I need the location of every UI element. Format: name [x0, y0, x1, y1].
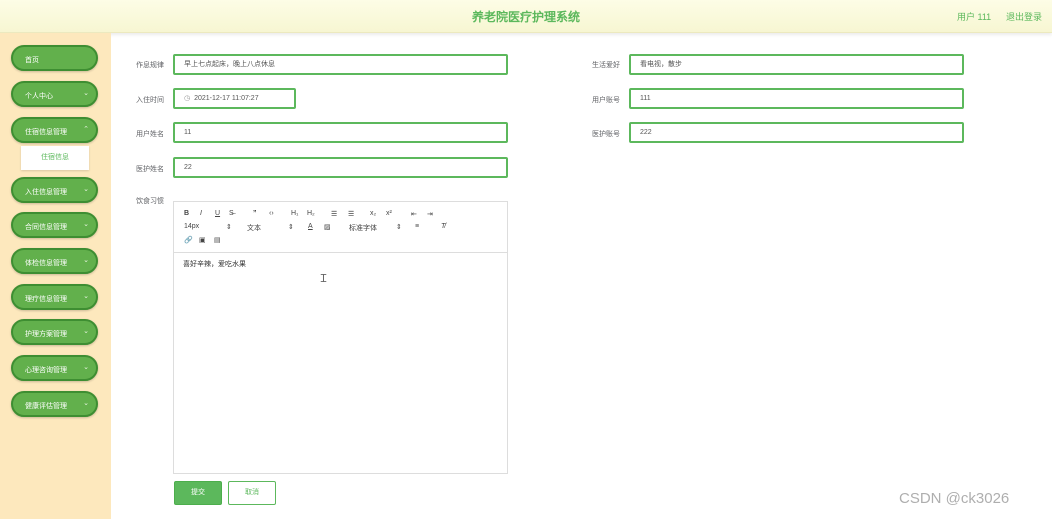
italic-icon[interactable]: I [200, 210, 202, 217]
sidebar-item-label: 护理方案管理 [25, 331, 67, 338]
chevron-updown-icon: ⇕ [396, 224, 402, 231]
app-title: 养老院医疗护理系统 [471, 10, 580, 24]
checkin-time-label: 入住时间 [136, 97, 164, 104]
chevron-down-icon: ⌄ [83, 90, 89, 97]
submenu-item-accommodation-info[interactable]: 住宿信息 [21, 146, 89, 170]
text-cursor-icon: Ｉ [318, 273, 329, 285]
sidebar-item-label: 合同信息管理 [25, 224, 67, 231]
logout-link[interactable]: 退出登录 [1006, 10, 1042, 23]
sidebar-item-label: 首页 [25, 57, 39, 64]
code-block-icon[interactable]: ‹› [269, 210, 274, 217]
editor-toolbar: B I U S̶ ” ‹› H₁ H₂ ☰ ☰ x₂ x² ⇤ ⇥ 14px ⇕… [174, 202, 507, 253]
nurse-account-label: 医护账号 [592, 131, 620, 138]
clock-icon: ◷ [184, 95, 191, 102]
superscript-icon[interactable]: x² [386, 210, 392, 217]
nurse-account-input[interactable]: 222 [629, 122, 964, 143]
font-size-select[interactable]: 14px [184, 223, 199, 230]
chevron-up-icon: ⌃ [83, 126, 89, 133]
chevron-down-icon: ⌄ [83, 257, 89, 264]
subscript-icon[interactable]: x₂ [370, 210, 376, 217]
sidebar-item-care-plan[interactable]: 护理方案管理 ⌄ [11, 319, 98, 345]
sidebar-item-label: 个人中心 [25, 93, 53, 100]
underline-icon[interactable]: U [215, 210, 220, 217]
nurse-name-input[interactable]: 22 [173, 157, 508, 178]
bold-icon[interactable]: B [184, 210, 189, 217]
cancel-button[interactable]: 取消 [228, 481, 276, 505]
bullet-list-icon[interactable]: ☰ [348, 210, 354, 218]
sidebar-item-accommodation[interactable]: 住宿信息管理 ⌃ [11, 117, 98, 143]
sidebar-item-therapy[interactable]: 理疗信息管理 ⌄ [11, 284, 98, 310]
background-color-icon[interactable]: ▨ [324, 223, 331, 231]
username-input[interactable]: 11 [173, 122, 508, 143]
link-icon[interactable]: 🔗 [184, 236, 193, 244]
account-label: 用户账号 [592, 97, 620, 104]
checkin-time-value: 2021-12-17 11:07:27 [194, 95, 259, 102]
font-family-select[interactable]: 标准字体 [349, 223, 377, 233]
chevron-down-icon: ⌄ [83, 400, 89, 407]
sidebar-item-counseling[interactable]: 心理咨询管理 ⌄ [11, 355, 98, 381]
chevron-down-icon: ⌄ [83, 186, 89, 193]
hobby-input[interactable]: 看电视，散步 [629, 54, 964, 75]
rich-text-editor: B I U S̶ ” ‹› H₁ H₂ ☰ ☰ x₂ x² ⇤ ⇥ 14px ⇕… [173, 201, 508, 474]
sidebar-item-label: 入住信息管理 [25, 189, 67, 196]
top-header: 养老院医疗护理系统 用户 111 退出登录 [0, 0, 1052, 33]
clear-format-icon[interactable]: T̸ [441, 223, 445, 230]
nurse-name-label: 医护姓名 [136, 166, 164, 173]
chevron-updown-icon: ⇕ [226, 224, 232, 231]
chevron-updown-icon: ⇕ [288, 224, 294, 231]
sidebar-item-health-assessment[interactable]: 健康评估管理 ⌄ [11, 391, 98, 417]
watermark: CSDN @ck3026 [899, 490, 1010, 507]
video-icon[interactable]: ▤ [214, 236, 221, 244]
sidebar-item-label: 心理咨询管理 [25, 367, 67, 374]
outdent-icon[interactable]: ⇤ [411, 210, 417, 218]
chevron-down-icon: ⌄ [83, 364, 89, 371]
chevron-down-icon: ⌄ [83, 221, 89, 228]
font-color-icon[interactable]: A [308, 223, 313, 230]
sidebar-item-profile[interactable]: 个人中心 ⌄ [11, 81, 98, 107]
sidebar-item-home[interactable]: 首页 [11, 45, 98, 71]
heading-1-icon[interactable]: H₁ [291, 210, 298, 217]
chevron-down-icon: ⌄ [83, 293, 89, 300]
ordered-list-icon[interactable]: ☰ [331, 210, 337, 218]
sidebar-item-checkin[interactable]: 入住信息管理 ⌄ [11, 177, 98, 203]
sidebar-item-label: 体检信息管理 [25, 260, 67, 267]
username-label: 用户姓名 [136, 131, 164, 138]
checkin-time-picker[interactable]: ◷ 2021-12-17 11:07:27 [173, 88, 296, 109]
sidebar-item-label: 理疗信息管理 [25, 296, 67, 303]
routine-input[interactable]: 早上七点起床，晚上八点休息 [173, 54, 508, 75]
sidebar-item-checkup[interactable]: 体检信息管理 ⌄ [11, 248, 98, 274]
strikethrough-icon[interactable]: S̶ [229, 210, 234, 217]
align-icon[interactable]: ≡ [415, 223, 419, 230]
sidebar-item-label: 健康评估管理 [25, 403, 67, 410]
text-type-select[interactable]: 文本 [247, 223, 261, 233]
sidebar-item-label: 住宿信息管理 [25, 129, 67, 136]
current-user: 用户 111 [957, 12, 992, 22]
chevron-down-icon: ⌄ [83, 328, 89, 335]
account-input[interactable]: 111 [629, 88, 964, 109]
image-icon[interactable]: ▣ [199, 236, 206, 244]
diet-label: 饮食习惯 [136, 198, 164, 205]
hobby-label: 生活爱好 [592, 62, 620, 69]
editor-content[interactable]: 喜好辛辣，爱吃水果 [183, 259, 246, 269]
submit-button[interactable]: 提交 [174, 481, 222, 505]
sidebar-item-contract[interactable]: 合同信息管理 ⌄ [11, 212, 98, 238]
blockquote-icon[interactable]: ” [253, 210, 257, 217]
routine-label: 作息规律 [136, 62, 164, 69]
indent-icon[interactable]: ⇥ [427, 210, 433, 218]
heading-2-icon[interactable]: H₂ [307, 210, 315, 217]
